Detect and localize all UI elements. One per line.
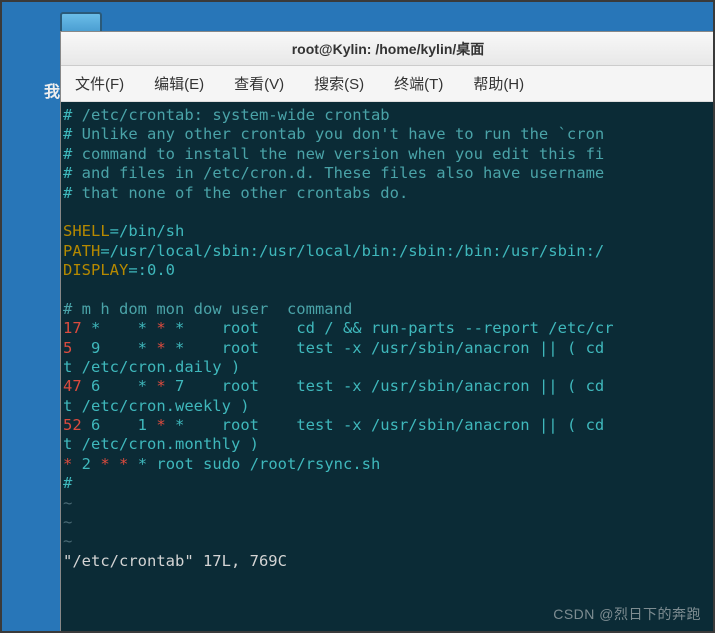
menu-help[interactable]: 帮助(H)	[467, 69, 530, 98]
cron-star: *	[156, 339, 165, 357]
cron-fields: 6 1	[82, 416, 157, 434]
cron-wrap: t /etc/cron.monthly )	[63, 435, 259, 453]
comment-line: /etc/crontab: system-wide crontab	[72, 106, 389, 124]
cron-star: *	[156, 377, 165, 395]
comment-line: command to install the new version when …	[72, 145, 604, 163]
menu-terminal[interactable]: 终端(T)	[388, 69, 449, 98]
env-key: SHELL	[63, 222, 110, 240]
cron-header: # m h dom mon dow user command	[63, 300, 352, 318]
window-title: root@Kylin: /home/kylin/桌面	[292, 39, 485, 59]
env-key: DISPLAY	[63, 261, 128, 279]
cron-cmd: * root test -x /usr/sbin/anacron || ( cd	[166, 339, 614, 357]
cron-min: 52	[63, 416, 82, 434]
hash-icon: #	[63, 474, 72, 492]
hash-icon: #	[63, 184, 72, 202]
cron-fields: 6 *	[82, 377, 157, 395]
hash-icon: #	[63, 106, 72, 124]
hash-icon: #	[63, 145, 72, 163]
cron-star: *	[119, 455, 128, 473]
cron-star: *	[156, 416, 165, 434]
cron-fields: * *	[82, 319, 157, 337]
menu-file[interactable]: 文件(F)	[69, 69, 130, 98]
blank-line	[63, 280, 72, 298]
cron-star: *	[63, 455, 72, 473]
hash-icon: #	[63, 164, 72, 182]
comment-line: Unlike any other crontab you don't have …	[72, 125, 604, 143]
env-val: =:0.0	[128, 261, 175, 279]
vim-tilde: ~	[63, 513, 72, 531]
blank-line	[63, 203, 72, 221]
comment-line: that none of the other crontabs do.	[72, 184, 408, 202]
menu-search[interactable]: 搜索(S)	[308, 69, 370, 98]
env-val: =/usr/local/sbin:/usr/local/bin:/sbin:/b…	[100, 242, 604, 260]
cron-wrap: t /etc/cron.daily )	[63, 358, 240, 376]
cron-min: 5	[63, 339, 82, 357]
cron-star: *	[100, 455, 109, 473]
menubar: 文件(F) 编辑(E) 查看(V) 搜索(S) 终端(T) 帮助(H)	[61, 66, 715, 102]
terminal-content[interactable]: # /etc/crontab: system-wide crontab # Un…	[61, 102, 715, 633]
cron-fields: 2	[72, 455, 100, 473]
comment-line: and files in /etc/cron.d. These files al…	[72, 164, 604, 182]
vim-tilde: ~	[63, 494, 72, 512]
env-key: PATH	[63, 242, 100, 260]
menu-view[interactable]: 查看(V)	[228, 69, 290, 98]
cron-min: 47	[63, 377, 82, 395]
cron-cmd: 7 root test -x /usr/sbin/anacron || ( cd	[166, 377, 614, 395]
window-titlebar[interactable]: root@Kylin: /home/kylin/桌面	[61, 32, 715, 66]
cron-cmd: * root cd / && run-parts --report /etc/c…	[166, 319, 614, 337]
cron-cmd: * root test -x /usr/sbin/anacron || ( cd	[166, 416, 614, 434]
vim-status-line: "/etc/crontab" 17L, 769C	[63, 552, 287, 570]
env-val: =/bin/sh	[110, 222, 185, 240]
cron-min: 17	[63, 319, 82, 337]
cron-fields	[110, 455, 119, 473]
terminal-window: root@Kylin: /home/kylin/桌面 文件(F) 编辑(E) 查…	[60, 31, 715, 633]
menu-edit[interactable]: 编辑(E)	[148, 69, 210, 98]
vim-tilde: ~	[63, 532, 72, 550]
watermark-text: CSDN @烈日下的奔跑	[553, 606, 701, 624]
desktop-partial-text: 我	[44, 78, 60, 102]
cron-star: *	[156, 319, 165, 337]
hash-icon: #	[63, 125, 72, 143]
cron-fields: 9 *	[82, 339, 157, 357]
cron-cmd: * root sudo /root/rsync.sh	[128, 455, 380, 473]
cron-wrap: t /etc/cron.weekly )	[63, 397, 250, 415]
